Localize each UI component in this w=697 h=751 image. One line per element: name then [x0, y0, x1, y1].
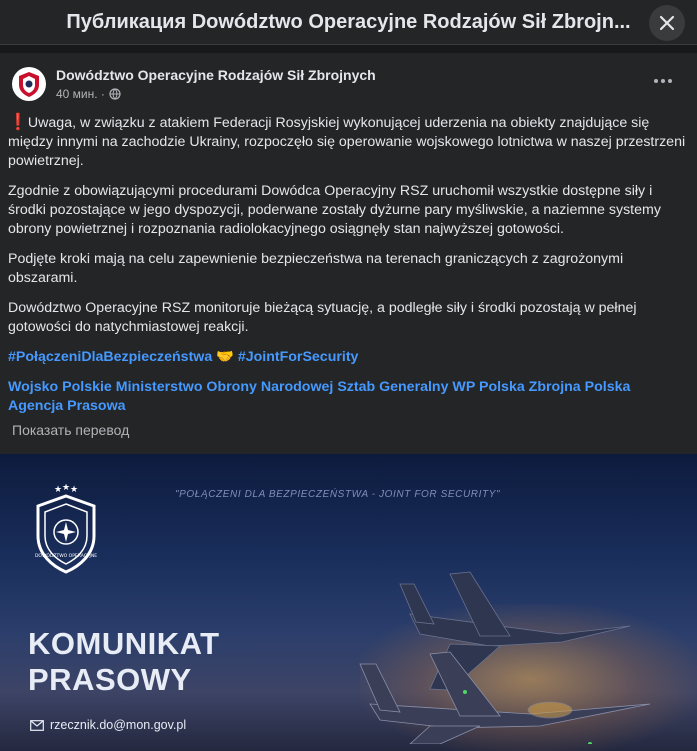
more-options-button[interactable]	[651, 73, 675, 89]
post-paragraph: Zgodnie z obowiązującymi procedurami Dow…	[8, 183, 661, 237]
post-paragraph: ❗Uwaga, w związku z atakiem Federacji Ro…	[8, 114, 686, 169]
post-card: Dowództwo Operacyjne Rodzajów Sił Zbrojn…	[0, 53, 697, 751]
post-time[interactable]: 40 мин. ·	[56, 87, 105, 101]
globe-icon[interactable]	[109, 88, 121, 100]
avatar[interactable]	[12, 67, 46, 101]
handshake-icon: 🤝	[216, 349, 234, 365]
hashtags: #PołączeniDlaBezpieczeństwa 🤝 #JointForS…	[8, 348, 688, 367]
dialog-title: Публикация Dowództwo Operacyjne Rodzajów…	[66, 10, 631, 33]
mentions: Wojsko Polskie Ministerstwo Obrony Narod…	[8, 378, 688, 416]
command-emblem: ★ ★ ★ DOWÓDZTWO OPERACYJNE	[35, 484, 97, 574]
exclamation-icon: ❗	[8, 114, 28, 131]
banner-email: rzecznik.do@mon.gov.pl	[30, 718, 186, 732]
post-text: ❗Uwaga, w związku z atakiem Federacji Ro…	[8, 113, 688, 427]
svg-text:★: ★	[70, 485, 78, 495]
hashtag-link[interactable]: #PołączeniDlaBezpieczeństwa	[8, 349, 212, 365]
more-horizontal-icon	[654, 79, 658, 83]
post-header: Dowództwo Operacyjne Rodzajów Sił Zbrojn…	[0, 53, 697, 103]
mention-link[interactable]: Polska Zbrojna	[479, 379, 581, 395]
post-author[interactable]: Dowództwo Operacyjne Rodzajów Sił Zbrojn…	[56, 67, 376, 83]
post-paragraph: Dowództwo Operacyjne RSZ monitoruje bież…	[8, 300, 637, 335]
translate-link[interactable]: Показать перевод	[12, 422, 129, 438]
svg-text:★: ★	[62, 484, 70, 493]
post-image[interactable]: "POŁĄCZENI DLA BEZPIECZEŃSTWA - JOINT FO…	[0, 454, 697, 751]
mention-link[interactable]: Wojsko Polskie	[8, 379, 112, 395]
emblem-text: DOWÓDZTWO OPERACYJNE	[35, 552, 97, 559]
emblem-icon	[19, 72, 39, 97]
close-icon	[659, 15, 675, 31]
mail-icon	[30, 719, 44, 731]
hashtag-link[interactable]: #JointForSecurity	[238, 349, 359, 365]
svg-text:★: ★	[54, 485, 62, 495]
post-paragraph: Podjęte kroki mają na celu zapewnienie b…	[8, 251, 624, 286]
post-meta: 40 мин. ·	[56, 87, 121, 101]
close-button[interactable]	[649, 5, 685, 41]
mention-link[interactable]: Sztab Generalny WP	[337, 379, 475, 395]
banner-slogan: "POŁĄCZENI DLA BEZPIECZEŃSTWA - JOINT FO…	[175, 489, 501, 500]
post-dialog-header: Публикация Dowództwo Operacyjne Rodzajów…	[0, 0, 697, 45]
fighter-jets	[359, 571, 651, 744]
mention-link[interactable]: Ministerstwo Obrony Narodowej	[116, 379, 334, 395]
banner-title: KOMUNIKAT PRASOWY	[28, 626, 220, 697]
